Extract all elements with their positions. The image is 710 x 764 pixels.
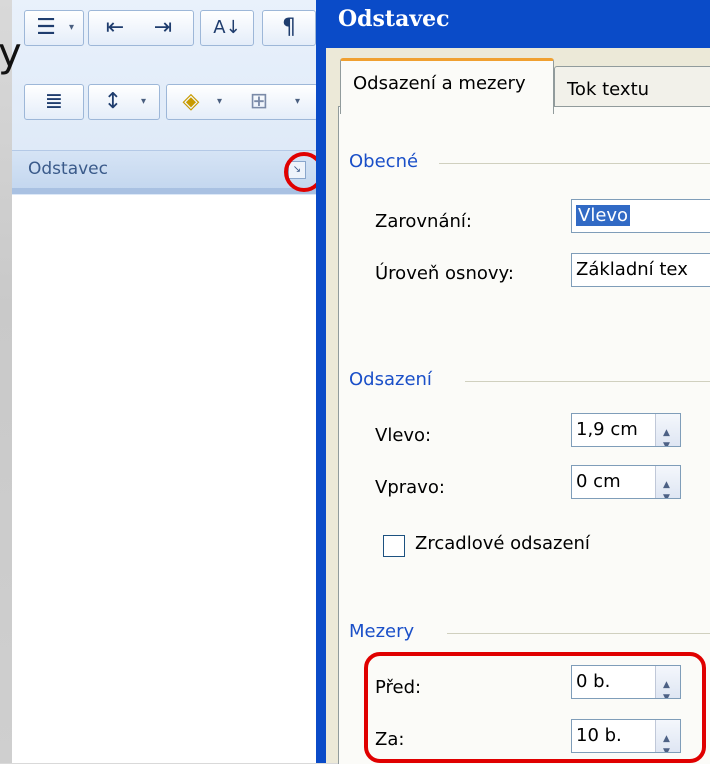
tab-indents-spacing[interactable]: Odsazení a mezery xyxy=(340,58,554,114)
alignment-select[interactable]: Vlevo xyxy=(571,199,710,233)
sort-icon: A↓ xyxy=(213,17,241,38)
mirror-indent-checkbox[interactable] xyxy=(383,535,405,557)
alignment-label: Zarovnání: xyxy=(375,211,472,232)
paragraph-dialog: Odstavec Tok textu Obecné Zarovnání: Vle… xyxy=(316,0,710,764)
line-spacing-button[interactable]: ↕ ▾ xyxy=(88,84,160,120)
chevron-down-icon: ▾ xyxy=(69,22,75,33)
spin-arrows-icon[interactable]: ▲ ▼ xyxy=(655,466,680,498)
indent-right-label: Vpravo: xyxy=(375,477,445,498)
borders-icon[interactable]: ⊞ xyxy=(239,85,279,119)
indent-left-input[interactable]: 1,9 cm ▲ ▼ xyxy=(571,413,681,447)
section-general-title: Obecné xyxy=(349,151,419,172)
dialog-title: Odstavec xyxy=(338,6,450,32)
group-label: Odstavec xyxy=(28,159,108,179)
multilevel-list-icon: ☰ xyxy=(36,15,56,40)
show-formatting-button[interactable]: ¶ xyxy=(262,10,316,46)
alignment-value: Vlevo xyxy=(576,205,631,226)
indent-buttons: ⇤ ⇥ xyxy=(88,10,194,46)
justify-icon: ≣ xyxy=(44,89,64,114)
chevron-down-icon[interactable]: ▾ xyxy=(217,85,222,119)
shading-borders-buttons: ◈ ▾ ⊞ ▾ xyxy=(166,84,318,120)
sort-button[interactable]: A↓ xyxy=(200,10,254,46)
partial-text-glyph: y xyxy=(0,30,22,76)
indent-left-value: 1,9 cm xyxy=(576,419,638,440)
ribbon-bottom-border xyxy=(12,188,328,194)
shading-icon[interactable]: ◈ xyxy=(173,85,209,119)
multilevel-list-button[interactable]: ☰ ▾ xyxy=(24,10,84,46)
indent-right-input[interactable]: 0 cm ▲ ▼ xyxy=(571,465,681,499)
section-spacing-title: Mezery xyxy=(349,621,415,642)
spin-arrows-icon[interactable]: ▲ ▼ xyxy=(655,414,680,446)
decrease-indent-icon[interactable]: ⇤ xyxy=(95,11,135,45)
justify-button[interactable]: ≣ xyxy=(24,84,84,120)
section-divider xyxy=(465,381,710,382)
section-divider xyxy=(439,163,710,164)
section-divider xyxy=(447,633,710,634)
chevron-down-icon[interactable]: ▾ xyxy=(295,85,300,119)
indent-left-label: Vlevo: xyxy=(375,425,432,446)
pilcrow-icon: ¶ xyxy=(282,15,296,40)
section-indent-title: Odsazení xyxy=(349,369,432,390)
outline-level-label: Úroveň osnovy: xyxy=(375,263,514,284)
outline-level-select[interactable]: Základní tex xyxy=(571,253,710,287)
indent-right-value: 0 cm xyxy=(576,471,621,492)
line-spacing-icon: ↕ xyxy=(103,89,123,114)
mirror-indent-label: Zrcadlové odsazení xyxy=(415,533,590,554)
ribbon-paragraph-group: y ☰ ▾ ⇤ ⇥ A↓ ¶ ≣ ↕ ▾ ◈ ▾ ⊞ ▾ Odstavec ↘ xyxy=(0,0,328,763)
highlight-box xyxy=(364,652,706,763)
increase-indent-icon[interactable]: ⇥ xyxy=(143,11,183,45)
chevron-down-icon: ▾ xyxy=(141,96,147,107)
group-label-bar: Odstavec ↘ xyxy=(12,150,328,189)
